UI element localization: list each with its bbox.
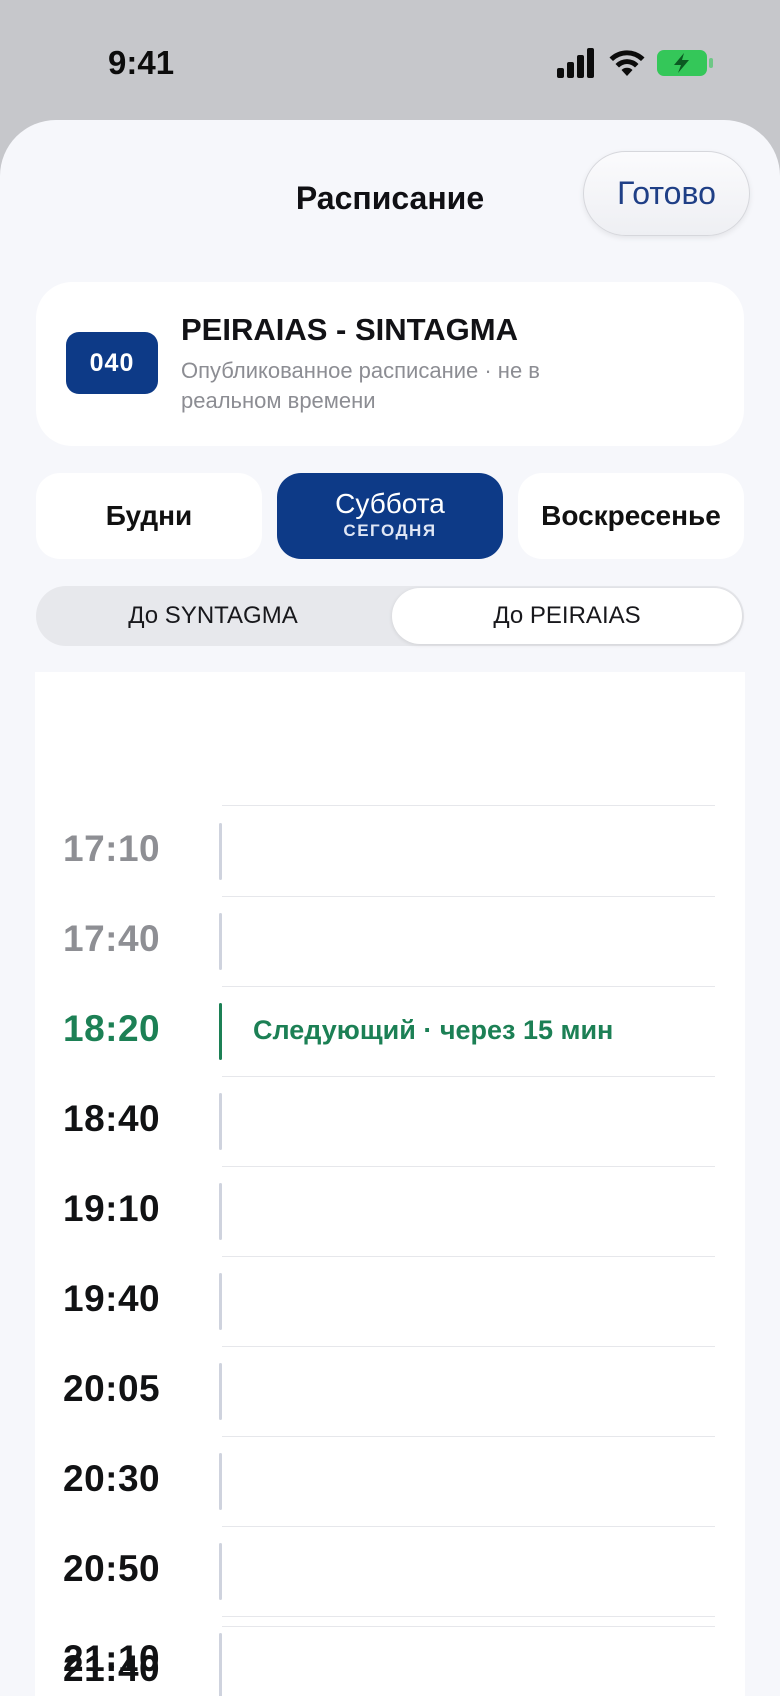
- tab-sunday[interactable]: Воскресенье: [518, 473, 744, 559]
- departure-row-next[interactable]: 18:20 Следующий · через 15 мин: [35, 986, 745, 1076]
- timeline-bar: [219, 1183, 222, 1240]
- departure-row[interactable]: 19:10: [35, 1166, 745, 1256]
- row-divider: [222, 1526, 715, 1527]
- row-divider: [222, 986, 715, 987]
- row-divider: [222, 1616, 715, 1617]
- departure-row[interactable]: 17:40: [35, 896, 745, 986]
- timeline-bar: [219, 823, 222, 880]
- tab-weekdays[interactable]: Будни: [36, 473, 262, 559]
- timeline-bar: [219, 1093, 222, 1150]
- departure-row[interactable]: 20:30: [35, 1436, 745, 1526]
- timeline-bar: [219, 913, 222, 970]
- row-divider: [222, 1436, 715, 1437]
- departure-time: 17:40: [63, 918, 161, 959]
- route-name: PEIRAIAS - SINTAGMA: [181, 312, 518, 347]
- tab-label: Суббота: [335, 488, 445, 519]
- route-subtitle: Опубликованное расписание · не в реально…: [181, 358, 540, 413]
- departure-time: 18:40: [63, 1098, 161, 1139]
- direction-to-syntagma[interactable]: До SYNTAGMA: [38, 588, 388, 644]
- done-button[interactable]: Готово: [583, 151, 750, 236]
- departure-time: 19:10: [63, 1188, 161, 1229]
- cellular-signal-icon: [557, 48, 594, 78]
- tab-today-badge: СЕГОДНЯ: [343, 521, 437, 540]
- departure-row-partial-container: 21:40: [35, 1626, 745, 1696]
- departure-time: 19:40: [63, 1278, 161, 1319]
- status-time: 9:41: [108, 44, 175, 81]
- departure-time: 20:30: [63, 1458, 161, 1499]
- row-divider: [222, 896, 715, 897]
- row-divider: [222, 805, 715, 806]
- timeline-bar: [219, 1273, 222, 1330]
- wifi-icon: [609, 50, 645, 76]
- departure-time: 20:05: [63, 1368, 161, 1409]
- departure-time: 20:50: [63, 1548, 161, 1589]
- departure-row[interactable]: 20:50: [35, 1526, 745, 1616]
- departure-time: 18:20: [63, 1008, 161, 1049]
- departure-time: 21:40: [63, 1648, 161, 1689]
- departure-row[interactable]: 21:40: [35, 1626, 745, 1696]
- battery-charging-icon: [657, 50, 713, 76]
- status-bar: 9:41: [0, 0, 780, 120]
- route-number-badge: 040: [66, 332, 158, 394]
- next-departure-note: Следующий · через 15 мин: [253, 1015, 614, 1045]
- departure-time: 17:10: [63, 828, 161, 869]
- row-divider: [222, 1346, 715, 1347]
- tab-label: Будни: [105, 500, 193, 531]
- departure-row[interactable]: 19:40: [35, 1256, 745, 1346]
- departure-row[interactable]: 17:10: [35, 805, 745, 896]
- timeline-bar: [219, 1453, 222, 1510]
- departures-list: 17:10 17:40 18:20 Следующий · через 15 м…: [35, 672, 745, 1696]
- row-divider: [222, 1166, 715, 1167]
- timeline-bar: [219, 1363, 222, 1420]
- tab-label: Воскресенье: [541, 500, 721, 531]
- timeline-bar: [219, 1543, 222, 1600]
- direction-to-peiraias[interactable]: До PEIRAIAS: [392, 588, 742, 644]
- direction-toggle: До SYNTAGMA До PEIRAIAS: [36, 586, 744, 646]
- route-card: 040 PEIRAIAS - SINTAGMA Опубликованное р…: [36, 282, 744, 446]
- departure-row[interactable]: 20:05: [35, 1346, 745, 1436]
- schedule-sheet: Расписание Готово 040 PEIRAIAS - SINTAGM…: [0, 120, 780, 1696]
- row-divider: [222, 1076, 715, 1077]
- departure-row[interactable]: 18:40: [35, 1076, 745, 1166]
- row-divider: [222, 1256, 715, 1257]
- tab-saturday[interactable]: Суббота СЕГОДНЯ: [277, 473, 503, 559]
- row-divider: [222, 1626, 715, 1627]
- timeline-bar: [219, 1003, 222, 1060]
- timeline-bar: [219, 1643, 222, 1696]
